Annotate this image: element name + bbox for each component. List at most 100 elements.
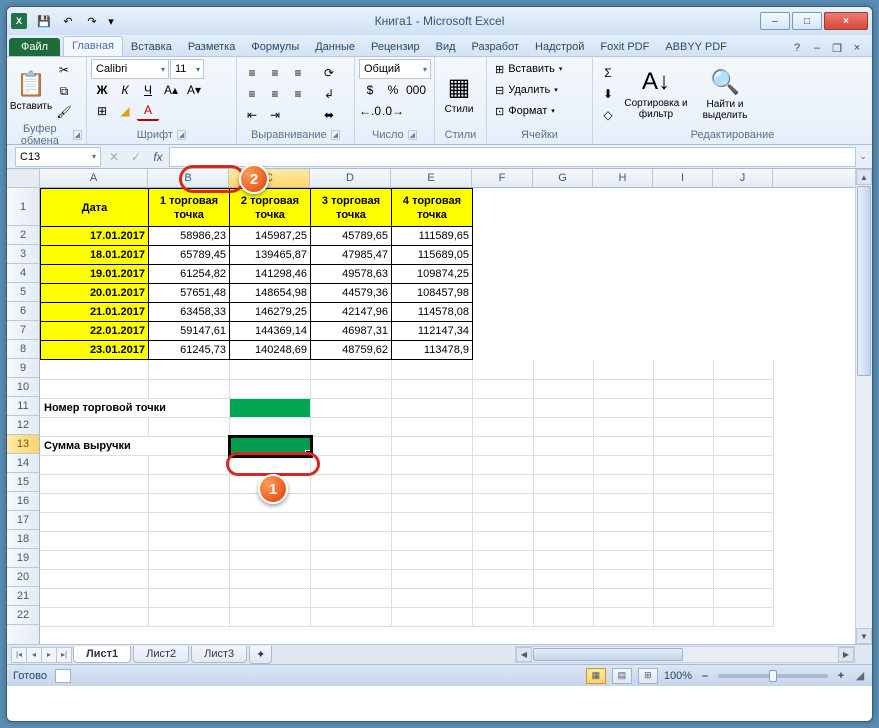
tab-insert[interactable]: Вставка <box>123 38 180 56</box>
cell[interactable] <box>311 399 392 418</box>
row-header-6[interactable]: 6 <box>7 302 39 321</box>
horizontal-scrollbar[interactable]: ◀ ▶ <box>515 646 855 663</box>
cell[interactable] <box>534 380 594 399</box>
table-cell[interactable]: 145987,25 <box>230 227 311 246</box>
table-header[interactable]: 4 торговая точка <box>392 189 473 227</box>
cell[interactable] <box>392 570 473 589</box>
col-header-C[interactable]: C <box>229 169 310 187</box>
cell[interactable] <box>311 570 392 589</box>
new-sheet-button[interactable]: ✦ <box>249 646 272 664</box>
row-header-13[interactable]: 13 <box>7 435 39 454</box>
maximize-button[interactable]: □ <box>792 12 822 30</box>
workbook-restore-button[interactable]: ❐ <box>828 40 846 56</box>
vscroll-thumb[interactable] <box>857 186 871 376</box>
clear-button[interactable]: ◇ <box>597 105 619 125</box>
cell[interactable] <box>654 456 714 475</box>
wrap-text-button[interactable]: ↲ <box>315 84 343 104</box>
cell[interactable] <box>714 456 774 475</box>
format-painter-button[interactable]: 🖌 <box>53 102 75 122</box>
cell[interactable] <box>230 494 311 513</box>
cell[interactable] <box>311 437 392 456</box>
row-header-17[interactable]: 17 <box>7 511 39 530</box>
table-cell[interactable]: 45789,65 <box>311 227 392 246</box>
comma-button[interactable]: 000 <box>405 80 427 100</box>
cell[interactable] <box>311 418 392 437</box>
table-cell[interactable]: 59147,61 <box>149 322 230 341</box>
cell[interactable] <box>392 437 473 456</box>
col-header-E[interactable]: E <box>391 169 472 187</box>
cell[interactable] <box>230 551 311 570</box>
table-cell[interactable]: 109874,25 <box>392 265 473 284</box>
cell[interactable] <box>714 475 774 494</box>
cell[interactable] <box>594 513 654 532</box>
align-right-button[interactable]: ≡ <box>287 84 309 104</box>
col-header-G[interactable]: G <box>533 169 593 187</box>
cell[interactable] <box>149 551 230 570</box>
cell[interactable] <box>149 513 230 532</box>
table-cell[interactable]: 140248,69 <box>230 341 311 360</box>
cell[interactable] <box>534 589 594 608</box>
table-cell[interactable]: 114578,08 <box>392 303 473 322</box>
cell[interactable] <box>473 399 534 418</box>
row-header-4[interactable]: 4 <box>7 264 39 283</box>
cell[interactable] <box>714 570 774 589</box>
clipboard-launcher[interactable]: ◢ <box>73 130 82 140</box>
cell[interactable] <box>392 475 473 494</box>
cell[interactable] <box>654 570 714 589</box>
row-header-3[interactable]: 3 <box>7 245 39 264</box>
cell[interactable] <box>594 475 654 494</box>
cell[interactable] <box>473 456 534 475</box>
cell[interactable] <box>714 361 774 380</box>
cell[interactable] <box>534 437 594 456</box>
cell[interactable] <box>534 361 594 380</box>
row-header-15[interactable]: 15 <box>7 473 39 492</box>
cell[interactable] <box>654 551 714 570</box>
table-header[interactable]: 1 торговая точка <box>149 189 230 227</box>
cell[interactable] <box>714 380 774 399</box>
row-header-20[interactable]: 20 <box>7 568 39 587</box>
cell[interactable] <box>594 551 654 570</box>
bold-button[interactable]: Ж <box>91 80 113 100</box>
cell[interactable] <box>392 418 473 437</box>
cell[interactable] <box>594 418 654 437</box>
cell[interactable] <box>230 380 311 399</box>
insert-function-button[interactable]: fx <box>147 147 169 167</box>
cell[interactable] <box>149 361 230 380</box>
percent-button[interactable]: % <box>382 80 404 100</box>
dec-decimal-button[interactable]: .0→ <box>382 101 404 121</box>
cell[interactable] <box>654 513 714 532</box>
table-cell[interactable]: 146279,25 <box>230 303 311 322</box>
cell[interactable] <box>594 494 654 513</box>
tab-addins[interactable]: Надстрой <box>527 38 592 56</box>
grow-font-button[interactable]: A▴ <box>160 80 182 100</box>
qat-customize-button[interactable]: ▾ <box>105 11 117 31</box>
cell[interactable] <box>654 589 714 608</box>
sheet-nav-prev[interactable]: ◂ <box>26 647 42 663</box>
cell[interactable] <box>714 551 774 570</box>
cell[interactable] <box>149 456 230 475</box>
row-header-19[interactable]: 19 <box>7 549 39 568</box>
cell[interactable] <box>714 532 774 551</box>
font-size-combo[interactable]: 11 <box>170 59 204 79</box>
tab-review[interactable]: Рецензир <box>363 38 428 56</box>
table-cell[interactable]: 141298,46 <box>230 265 311 284</box>
cell[interactable]: Сумма выручки <box>41 437 230 456</box>
cell[interactable] <box>594 437 654 456</box>
cancel-formula-button[interactable]: ✕ <box>103 147 125 167</box>
zoom-knob[interactable] <box>769 670 777 682</box>
cell[interactable] <box>230 475 311 494</box>
cell[interactable] <box>230 608 311 627</box>
fill-color-button[interactable]: ◢ <box>114 101 136 121</box>
zoom-out-button[interactable]: – <box>698 670 712 682</box>
table-cell[interactable]: 49578,63 <box>311 265 392 284</box>
col-header-A[interactable]: A <box>40 169 148 187</box>
view-normal-button[interactable]: ▦ <box>586 668 606 684</box>
row-header-7[interactable]: 7 <box>7 321 39 340</box>
zoom-level[interactable]: 100% <box>664 670 692 682</box>
cells-area[interactable]: Дата1 торговая точка2 торговая точка3 то… <box>40 188 855 644</box>
row-header-11[interactable]: 11 <box>7 397 39 416</box>
cell[interactable] <box>473 494 534 513</box>
tab-view[interactable]: Вид <box>428 38 464 56</box>
table-cell[interactable]: 48759,62 <box>311 341 392 360</box>
cell[interactable] <box>534 399 594 418</box>
